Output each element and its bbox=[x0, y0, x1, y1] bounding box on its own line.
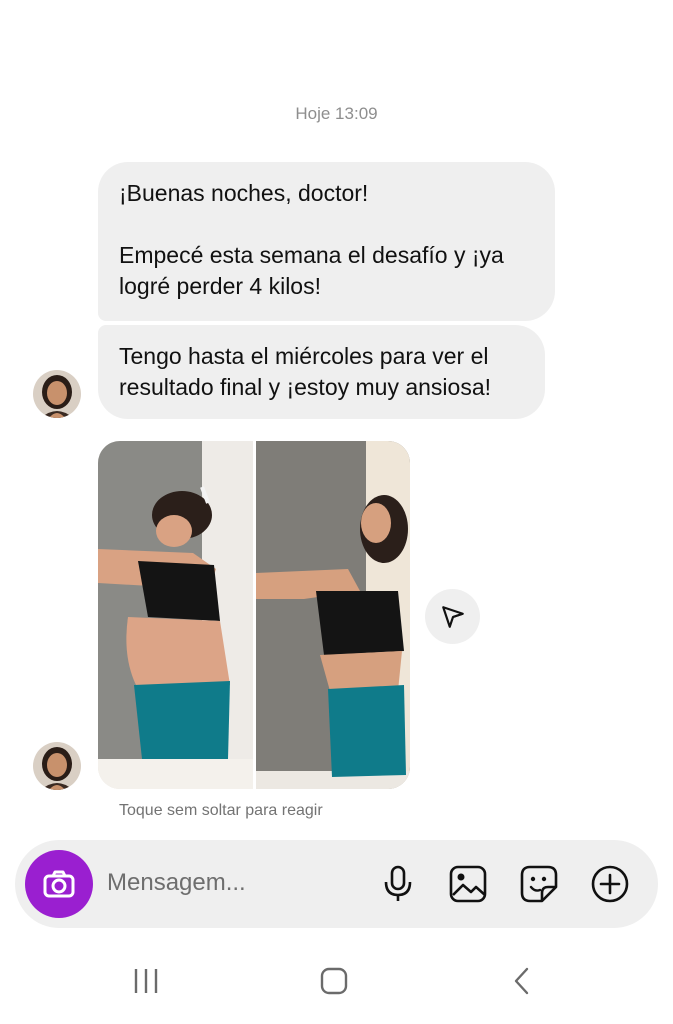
camera-button[interactable] bbox=[25, 850, 93, 918]
shared-photo[interactable] bbox=[98, 441, 410, 789]
message-bubble-2[interactable]: Tengo hasta el miércoles para ver el res… bbox=[98, 325, 545, 419]
gallery-icon bbox=[449, 865, 487, 903]
recent-apps-button[interactable] bbox=[121, 958, 171, 1004]
sticker-button[interactable] bbox=[518, 863, 560, 905]
back-button[interactable] bbox=[497, 958, 547, 1004]
paper-plane-icon bbox=[441, 605, 464, 628]
message-input[interactable]: Mensagem... bbox=[107, 869, 246, 897]
message-text: logré perder 4 kilos! bbox=[119, 273, 321, 299]
camera-icon bbox=[43, 870, 75, 898]
before-after-photo bbox=[98, 441, 410, 789]
message-bubble-1[interactable]: ¡Buenas noches, doctor! Empecé esta sema… bbox=[98, 162, 555, 321]
sender-avatar[interactable] bbox=[33, 370, 81, 418]
plus-icon bbox=[591, 865, 629, 903]
home-button[interactable] bbox=[309, 958, 359, 1004]
back-icon bbox=[514, 967, 529, 995]
gallery-button[interactable] bbox=[447, 863, 489, 905]
chat-timestamp: Hoje 13:09 bbox=[295, 104, 378, 123]
microphone-icon bbox=[384, 865, 412, 901]
recent-apps-icon bbox=[134, 969, 158, 993]
message-text: Tengo hasta el miércoles para ver el bbox=[119, 343, 489, 369]
home-icon bbox=[320, 967, 348, 995]
avatar-image bbox=[33, 742, 81, 790]
reaction-hint: Toque sem soltar para reagir bbox=[119, 802, 323, 819]
sticker-icon bbox=[520, 865, 558, 903]
message-text: ¡Buenas noches, doctor! bbox=[119, 180, 369, 206]
avatar-image bbox=[33, 370, 81, 418]
more-button[interactable] bbox=[589, 863, 631, 905]
message-composer: Mensagem... bbox=[15, 840, 658, 928]
message-text: Empecé esta semana el desafío y ¡ya bbox=[119, 242, 504, 268]
system-navbar bbox=[0, 940, 673, 1024]
sender-avatar[interactable] bbox=[33, 742, 81, 790]
voice-button[interactable] bbox=[377, 863, 419, 905]
share-button[interactable] bbox=[425, 589, 480, 644]
message-text: resultado final y ¡estoy muy ansiosa! bbox=[119, 374, 492, 400]
